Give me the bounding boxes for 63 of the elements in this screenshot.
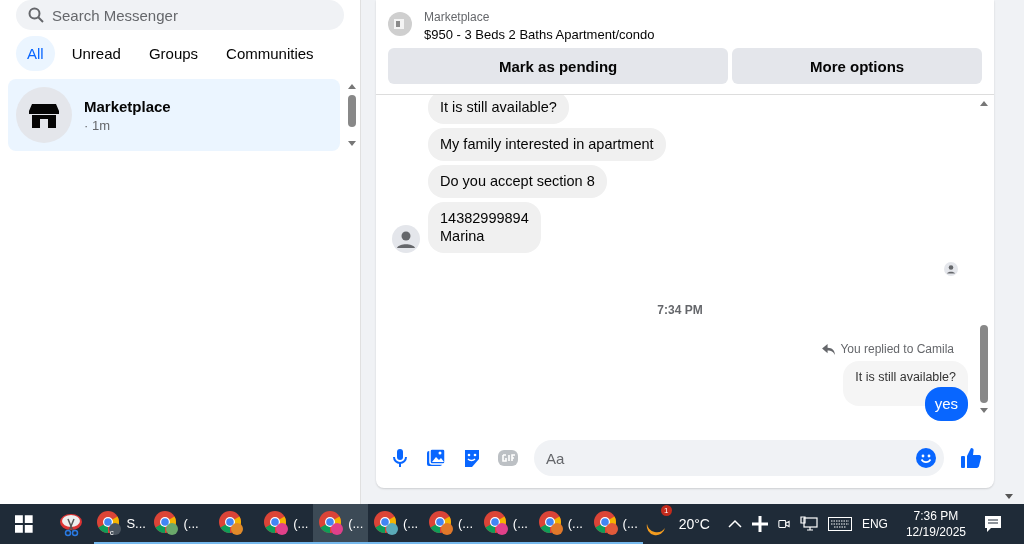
browser-icon [217, 510, 244, 536]
conversation-time: · 1m [84, 117, 111, 133]
filter-tab[interactable]: All [16, 36, 55, 71]
message-bubble: Do you accept section 8 [428, 164, 607, 198]
seen-avatar-icon [944, 262, 958, 277]
storefront-icon [16, 87, 72, 143]
windows-start-icon[interactable] [15, 515, 33, 533]
taskbar-app[interactable]: c S... [93, 504, 149, 544]
listing-title: $950 - 3 Beds 2 Baths Apartment/condo [424, 27, 655, 42]
message-bubble: It is still available? [428, 95, 569, 124]
listing-category: Marketplace [424, 10, 491, 24]
browser-icon [96, 510, 123, 536]
profile-letter: c [109, 528, 114, 537]
filter-tab[interactable]: Communities [215, 36, 325, 71]
taskbar-app[interactable]: (... [313, 504, 369, 544]
clock-date[interactable]: 12/19/2025 [905, 525, 966, 539]
message-bubble: My family interested in apartment [428, 127, 666, 161]
search-field[interactable]: Search Messenger [16, 0, 344, 30]
action-button[interactable]: Mark as pending [388, 48, 729, 84]
sticker-icon[interactable] [462, 448, 482, 468]
message-bubble: 14382999894 Marina [428, 201, 541, 254]
microphone-icon[interactable] [390, 448, 410, 468]
thumbs-up-icon[interactable] [960, 447, 982, 469]
browser-icon [373, 510, 400, 536]
search-icon [28, 7, 44, 23]
browser-icon [537, 510, 564, 536]
network-icon[interactable] [799, 516, 818, 532]
language-indicator[interactable]: ENG [861, 517, 888, 531]
message-bubble: yes [924, 387, 968, 421]
temperature[interactable]: 20°C [678, 516, 710, 532]
taskbar-app[interactable]: (... [423, 504, 478, 544]
taskbar-app[interactable]: (... [532, 504, 588, 544]
listing-thumbnail-icon [388, 12, 412, 36]
message-timestamp: 7:34 PM [656, 303, 704, 318]
browser-icon [482, 510, 509, 536]
browser-icon [153, 510, 180, 536]
taskbar-app[interactable]: (... [587, 504, 643, 544]
notification-count: 1 [660, 505, 672, 516]
browser-icon [263, 510, 290, 536]
taskbar-app[interactable]: (... [477, 504, 533, 544]
message-input[interactable]: Aa [534, 440, 944, 476]
scissors-app-icon[interactable] [57, 511, 84, 537]
image-icon[interactable] [426, 448, 446, 468]
taskbar-app[interactable]: (... [368, 504, 424, 544]
reply-label: You replied to Camila [840, 342, 954, 357]
filter-tab[interactable]: Groups [137, 36, 210, 71]
browser-icon [318, 510, 345, 536]
browser-icon [427, 510, 454, 536]
clock-time[interactable]: 7:36 PM [913, 509, 959, 523]
conversation-item[interactable]: Marketplace · 1m [8, 79, 340, 151]
filter-tab[interactable]: Unread [60, 36, 132, 71]
chevron-up-icon[interactable] [727, 519, 742, 529]
conversation-name: Marketplace [84, 97, 171, 115]
scroll-down-arrow-icon[interactable] [1004, 492, 1014, 500]
taskbar-app[interactable]: (... [148, 504, 204, 544]
emoji-icon[interactable] [916, 448, 936, 468]
notifications-icon[interactable] [984, 515, 1002, 533]
action-button[interactable]: More options [732, 48, 982, 84]
plus-icon[interactable] [751, 516, 768, 532]
user-avatar-icon [392, 225, 420, 254]
browser-icon [592, 510, 619, 536]
reply-icon [822, 343, 836, 355]
keyboard-icon[interactable] [827, 517, 852, 531]
